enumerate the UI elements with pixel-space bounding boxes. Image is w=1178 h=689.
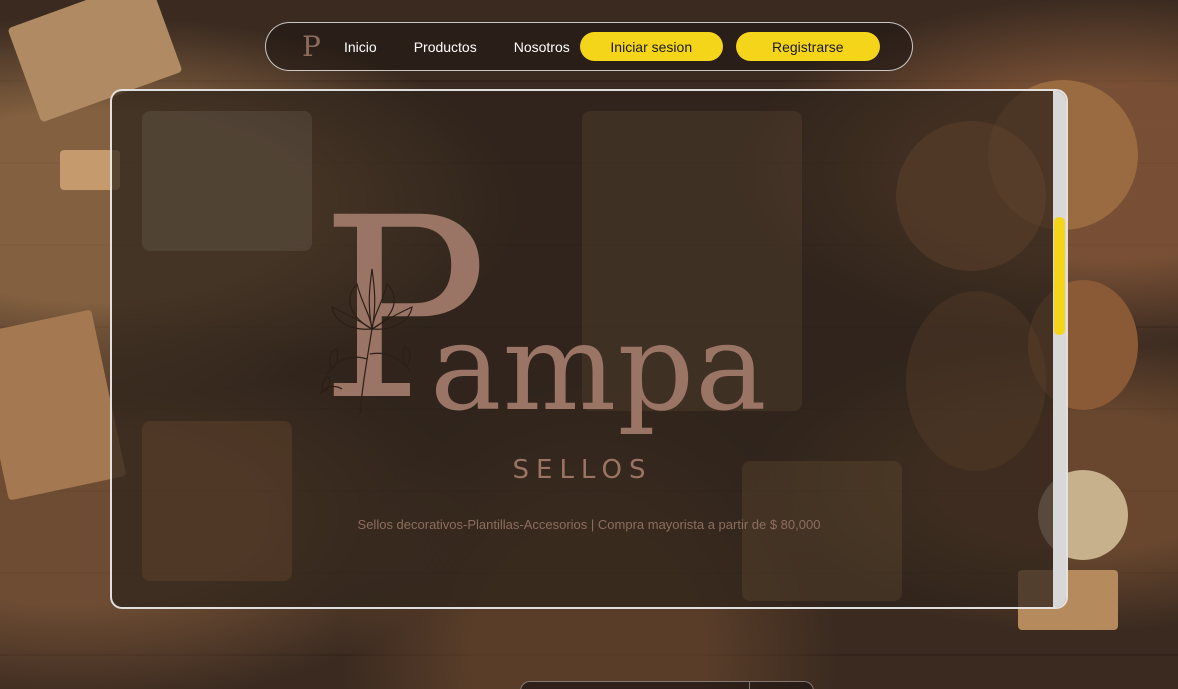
logo-letter: P [302, 29, 321, 63]
brand-subtitle: SELLOS [512, 455, 653, 485]
scrollbar[interactable] [1053, 91, 1066, 607]
lotus-flower-icon [319, 268, 413, 415]
hero-tagline: Sellos decorativos-Plantillas-Accesorios… [357, 517, 821, 532]
hero-panel: P ampa SELLOS Sellos decorativos-Plantil… [110, 89, 1068, 609]
nav-link-productos[interactable]: Productos [414, 39, 477, 55]
scrollbar-thumb[interactable] [1054, 217, 1065, 335]
brand-name: ampa [430, 299, 768, 438]
navbar: P Inicio Productos Nosotros Iniciar sesi… [265, 22, 913, 71]
bottom-bar-divider [749, 682, 750, 689]
brand-logo: P ampa [312, 185, 812, 449]
login-button[interactable]: Iniciar sesion [579, 32, 723, 61]
nav-link-nosotros[interactable]: Nosotros [514, 39, 570, 55]
nav-logo[interactable]: P [302, 29, 324, 63]
nav-link-inicio[interactable]: Inicio [344, 39, 377, 55]
register-button[interactable]: Registrarse [735, 32, 880, 61]
bottom-bar[interactable] [520, 681, 814, 689]
